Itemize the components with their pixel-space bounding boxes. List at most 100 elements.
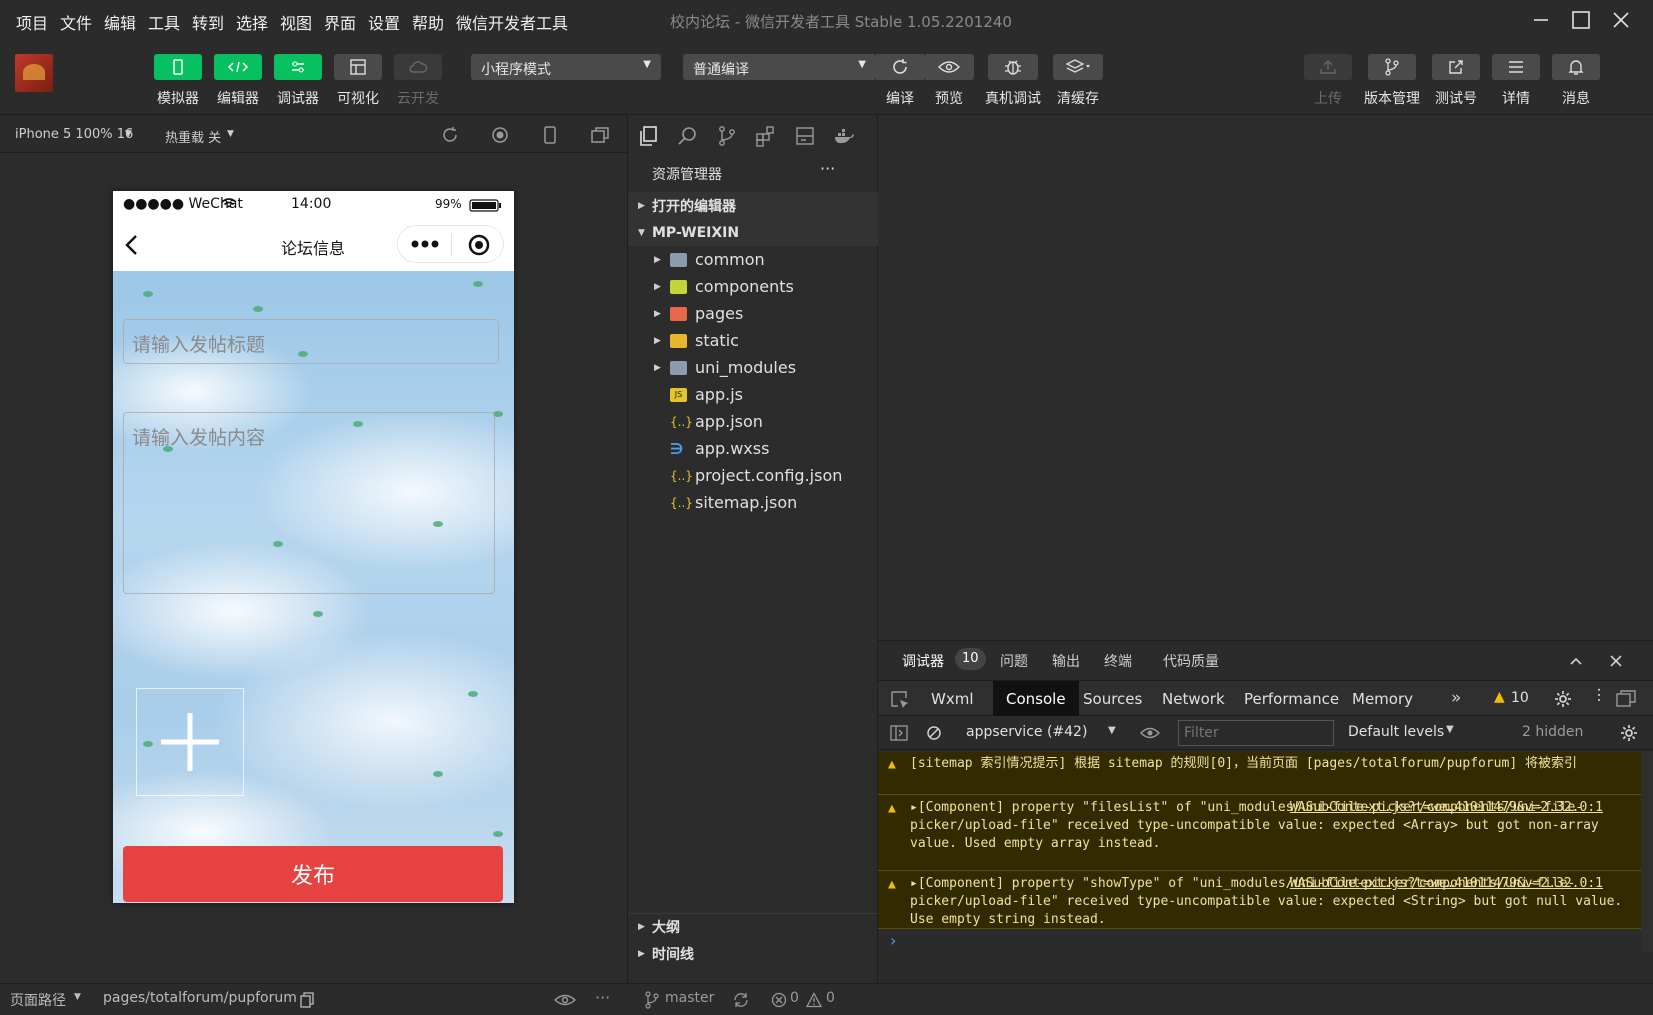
tree-item-app-js[interactable]: JS app.js <box>628 381 878 408</box>
publish-button[interactable]: 发布 <box>123 846 503 902</box>
close-icon[interactable] <box>1608 653 1624 669</box>
mode-select[interactable]: 小程序模式 ▼ <box>471 54 661 80</box>
test-account-button[interactable] <box>1432 54 1480 80</box>
console-log-row[interactable]: ▲ ▸[Component] property "filesList" of "… <box>878 796 1641 871</box>
files-icon[interactable] <box>638 125 660 147</box>
compile-button[interactable] <box>876 54 924 80</box>
gear-icon[interactable] <box>1554 690 1572 708</box>
tab-memory[interactable]: Memory <box>1339 681 1426 717</box>
open-editors-section[interactable]: ▶ 打开的编辑器 <box>628 192 878 219</box>
tree-item-sitemap[interactable]: {..} sitemap.json <box>628 489 878 516</box>
console-prompt[interactable]: › <box>890 931 896 950</box>
clear-console-icon[interactable] <box>926 725 942 741</box>
stop-icon[interactable] <box>490 125 510 145</box>
phone-icon[interactable] <box>540 125 560 145</box>
kebab-menu-icon[interactable]: ⋯ <box>1590 687 1609 703</box>
more-icon[interactable]: ··· <box>595 988 610 1007</box>
copy-icon[interactable] <box>300 992 315 1008</box>
more-tabs-icon[interactable]: » <box>1451 688 1461 708</box>
tree-item-project-config[interactable]: {..} project.config.json <box>628 462 878 489</box>
rotate-icon[interactable] <box>440 125 460 145</box>
messages-button[interactable] <box>1552 54 1600 80</box>
tree-item-app-json[interactable]: {..} app.json <box>628 408 878 435</box>
tree-item-app-wxss[interactable]: ∋ app.wxss <box>628 435 878 462</box>
eye-icon[interactable] <box>554 993 576 1007</box>
filter-input[interactable] <box>1178 720 1334 746</box>
tab-problems[interactable]: 问题 <box>1000 651 1028 671</box>
more-icon[interactable]: ··· <box>820 159 835 178</box>
tree-item-uni-modules[interactable]: ▶ uni_modules <box>628 354 878 381</box>
device-select[interactable]: iPhone 5 100% 16 <box>15 127 133 142</box>
warning-count[interactable]: 0 <box>826 990 835 1006</box>
menu-interface[interactable]: 界面 <box>324 10 356 34</box>
console-settings-icon[interactable] <box>1620 724 1638 742</box>
tab-terminal[interactable]: 终端 <box>1104 651 1132 671</box>
error-count[interactable]: 0 <box>790 990 799 1006</box>
maximize-icon[interactable] <box>1569 8 1593 32</box>
close-icon[interactable] <box>1609 8 1633 32</box>
upload-button[interactable] <box>1304 54 1352 80</box>
avatar[interactable] <box>15 54 53 92</box>
compile-select[interactable]: 普通编译 ▼ <box>683 54 876 80</box>
visual-button[interactable] <box>334 54 382 80</box>
menu-file[interactable]: 文件 <box>60 10 92 34</box>
timeline-section[interactable]: ▶ 时间线 <box>628 940 878 967</box>
hotreload-select[interactable]: 热重载 关 <box>165 127 221 146</box>
tab-code-quality[interactable]: 代码质量 <box>1163 651 1219 671</box>
menu-tools[interactable]: 工具 <box>148 10 180 34</box>
source-control-icon[interactable] <box>716 125 738 147</box>
menu-goto[interactable]: 转到 <box>192 10 224 34</box>
eye-icon[interactable] <box>1140 726 1160 740</box>
scrollbar[interactable] <box>1641 752 1653 952</box>
page-path-label[interactable]: 页面路径 <box>10 990 66 1010</box>
debugger-button[interactable] <box>274 54 322 80</box>
warning-count[interactable]: 10 <box>1511 690 1529 706</box>
log-source-link[interactable]: WASubContext.js?t=we…41011479&v=2.32.0:1 <box>1290 799 1603 817</box>
detach-icon[interactable] <box>590 125 610 145</box>
tree-item-pages[interactable]: ▶ pages <box>628 300 878 327</box>
tab-performance[interactable]: Performance <box>1231 681 1352 717</box>
menu-help[interactable]: 帮助 <box>412 10 444 34</box>
content-textarea[interactable]: 请输入发帖内容 <box>123 412 495 594</box>
menu-view[interactable]: 视图 <box>280 10 312 34</box>
tab-network[interactable]: Network <box>1149 681 1238 717</box>
remote-debug-button[interactable] <box>988 54 1038 80</box>
preview-button[interactable] <box>924 54 974 80</box>
menu-project[interactable]: 项目 <box>16 10 48 34</box>
docker-icon[interactable] <box>833 125 855 147</box>
outline-section[interactable]: ▶ 大纲 <box>628 913 878 940</box>
simulator-button[interactable] <box>154 54 202 80</box>
editor-button[interactable] <box>214 54 262 80</box>
chevron-up-icon[interactable] <box>1568 653 1584 669</box>
tab-wxml[interactable]: Wxml <box>918 681 987 717</box>
details-button[interactable] <box>1492 54 1540 80</box>
tab-console[interactable]: Console <box>993 681 1079 717</box>
tree-item-static[interactable]: ▶ static <box>628 327 878 354</box>
project-root[interactable]: ▼ MP-WEIXIN <box>628 219 878 246</box>
extensions-icon[interactable] <box>755 125 777 147</box>
close-mini-program-icon[interactable] <box>467 233 491 257</box>
menu-devtools[interactable]: 微信开发者工具 <box>456 10 568 34</box>
log-levels-select[interactable]: Default levels <box>1348 724 1444 740</box>
image-upload-button[interactable] <box>136 688 244 796</box>
tab-output[interactable]: 输出 <box>1052 651 1080 671</box>
tab-debugger[interactable]: 调试器 <box>902 651 944 671</box>
back-icon[interactable] <box>123 233 141 257</box>
context-select[interactable]: appservice (#42) <box>966 724 1087 740</box>
search-icon[interactable] <box>677 125 699 147</box>
sidebar-toggle-icon[interactable] <box>890 725 908 741</box>
log-source-link[interactable]: WASubContext.js?t=we…41011479&v=2.32.0:1 <box>1290 875 1603 893</box>
menu-select[interactable]: 选择 <box>236 10 268 34</box>
tree-item-components[interactable]: ▶ components <box>628 273 878 300</box>
version-button[interactable] <box>1368 54 1416 80</box>
more-icon[interactable] <box>410 238 440 250</box>
dock-icon[interactable] <box>1616 690 1636 708</box>
cloud-button[interactable] <box>394 54 442 80</box>
storage-icon[interactable] <box>794 125 816 147</box>
minimize-icon[interactable] <box>1529 8 1553 32</box>
console-log-row[interactable]: ▲ ▸[Component] property "showType" of "u… <box>878 872 1641 929</box>
menu-settings[interactable]: 设置 <box>368 10 400 34</box>
sync-icon[interactable] <box>732 992 750 1008</box>
menu-edit[interactable]: 编辑 <box>104 10 136 34</box>
tree-item-common[interactable]: ▶ common <box>628 246 878 273</box>
